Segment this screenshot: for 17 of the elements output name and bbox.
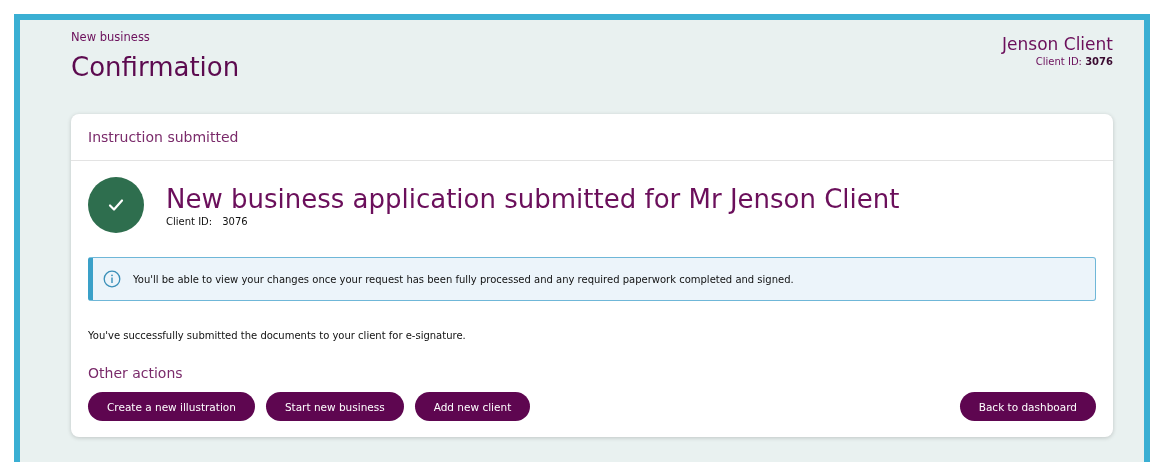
section-title: Other actions — [88, 365, 184, 381]
info-icon — [103, 270, 121, 288]
client-id-label: Client ID: — [166, 215, 213, 227]
action-button[interactable]: Start new business — [265, 392, 404, 421]
success-check-icon — [88, 177, 144, 233]
breadcrumb: New business — [71, 30, 151, 44]
client-name: Jenson Client — [1002, 34, 1113, 54]
action-button[interactable]: Create a new illustration — [88, 392, 255, 421]
page-title: Confirmation — [71, 52, 240, 82]
back-to-dashboard-button[interactable]: Back to dashboard — [959, 392, 1096, 421]
client-id-value: 3076 — [222, 215, 248, 227]
success-heading: New business application submitted for Mr Jenson Client — [166, 183, 900, 214]
success-message: You've successfully submitted the documents to your client for e-signature. — [88, 330, 467, 341]
info-text: You'll be able to view your changes once your request has been fully processed and any required paperwork completed and signed. — [133, 273, 794, 285]
card-header: Instruction submitted — [71, 114, 1113, 161]
client-id: Client ID: 3076 — [1035, 56, 1113, 67]
action-button[interactable]: Add new client — [414, 392, 531, 421]
